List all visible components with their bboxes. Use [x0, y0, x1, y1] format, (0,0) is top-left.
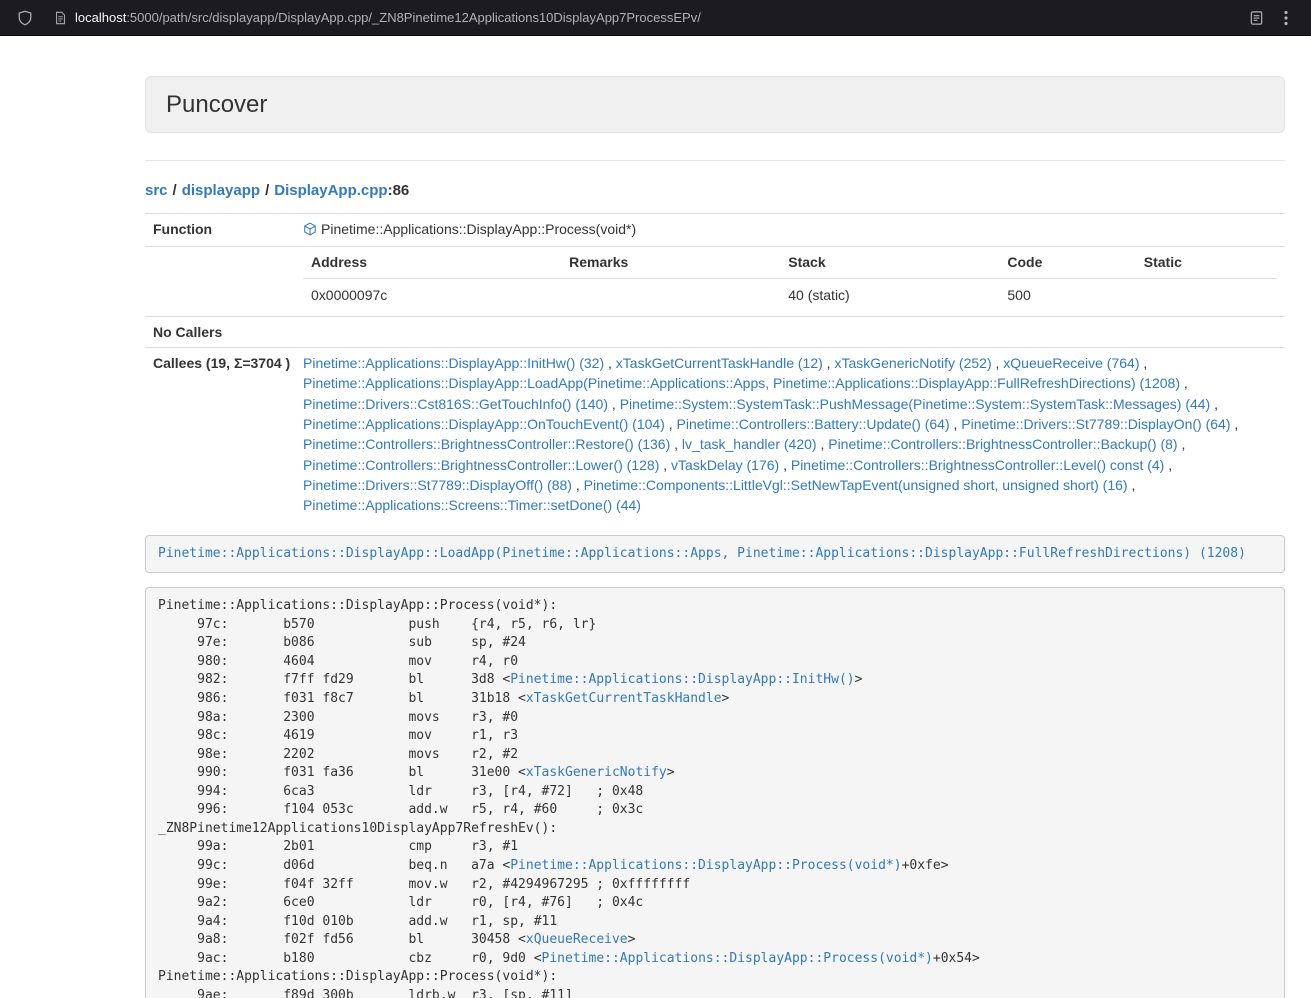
callee-link[interactable]: Pinetime::Controllers::BrightnessControl… — [828, 436, 1177, 452]
no-callers-cell — [295, 316, 1285, 347]
callee-link[interactable]: Pinetime::Drivers::St7789::DisplayOn() (… — [961, 416, 1230, 432]
callee-link[interactable]: Pinetime::Applications::Screens::Timer::… — [303, 497, 641, 513]
callee-link[interactable]: xQueueReceive (764) — [1003, 355, 1139, 371]
metrics-row: Address Remarks Stack Code Static 0x0000… — [145, 247, 1285, 317]
function-row-label: Function — [145, 214, 295, 247]
callee-link[interactable]: xTaskGetCurrentTaskHandle (12) — [616, 355, 823, 371]
callee-link[interactable]: Pinetime::Controllers::BrightnessControl… — [303, 436, 670, 452]
page-icon[interactable] — [54, 11, 67, 25]
disassembly: Pinetime::Applications::DisplayApp::Proc… — [145, 587, 1285, 998]
reader-view-icon[interactable] — [1241, 4, 1271, 32]
callee-link[interactable]: vTaskDelay (176) — [671, 457, 779, 473]
breadcrumb-src-link[interactable]: src — [145, 182, 168, 199]
stack-value: 40 (static) — [780, 278, 999, 311]
callee-link[interactable]: Pinetime::Drivers::St7789::DisplayOff() … — [303, 477, 572, 493]
url-path: :5000/path/src/displayapp/DisplayApp.cpp… — [126, 10, 701, 25]
callee-link[interactable]: Pinetime::Applications::DisplayApp::OnTo… — [303, 416, 665, 432]
page-title: Puncover — [166, 90, 1264, 119]
function-row: Function Pinetime::Applications::Display… — [145, 214, 1285, 247]
no-callers-label: No Callers — [145, 316, 295, 347]
callee-link[interactable]: Pinetime::Applications::DisplayApp::Load… — [303, 375, 1180, 391]
disassembly-symbol-link[interactable]: xTaskGetCurrentTaskHandle — [526, 691, 722, 706]
breadcrumb-displayapp-link[interactable]: displayapp — [182, 182, 260, 199]
shield-icon[interactable] — [10, 4, 40, 32]
callee-link[interactable]: Pinetime::Controllers::BrightnessControl… — [791, 457, 1164, 473]
url-host: localhost — [75, 10, 126, 25]
disassembly-symbol-link[interactable]: Pinetime::Applications::DisplayApp::Proc… — [510, 858, 901, 873]
col-address-header: Address — [303, 252, 561, 278]
function-icon — [303, 221, 317, 241]
kebab-menu-icon[interactable] — [1271, 4, 1301, 32]
callee-link[interactable]: xTaskGenericNotify (252) — [834, 355, 991, 371]
symbol-table: Function Pinetime::Applications::Display… — [145, 213, 1285, 521]
metrics-value-row: 0x0000097c 40 (static) 500 — [303, 278, 1277, 311]
callee-link[interactable]: Pinetime::Components::LittleVgl::SetNewT… — [584, 477, 1128, 493]
disassembly-symbol-link[interactable]: xQueueReceive — [526, 932, 628, 947]
callees-list: Pinetime::Applications::DisplayApp::Init… — [295, 348, 1285, 521]
metrics-header-row: Address Remarks Stack Code Static — [303, 252, 1277, 278]
disassembly-symbol-link[interactable]: Pinetime::Applications::DisplayApp::Init… — [510, 672, 854, 687]
callees-row: Callees (19, Σ=3704 ) Pinetime::Applicat… — [145, 348, 1285, 521]
metrics-cell: Address Remarks Stack Code Static 0x0000… — [295, 247, 1285, 317]
function-name: Pinetime::Applications::DisplayApp::Proc… — [321, 221, 636, 237]
breadcrumb-separator: / — [265, 182, 269, 199]
page-content: Puncover src / displayapp / DisplayApp.cpp:8… — [145, 76, 1285, 998]
col-static-header: Static — [1136, 252, 1277, 278]
url-bar[interactable]: localhost:5000/path/src/displayapp/Displ… — [54, 10, 701, 25]
metrics-row-label — [145, 247, 295, 317]
callees-label: Callees (19, Σ=3704 ) — [145, 348, 295, 521]
disassembly-symbol-link[interactable]: Pinetime::Applications::DisplayApp::Proc… — [542, 951, 933, 966]
code-value: 500 — [999, 278, 1135, 311]
callee-link[interactable]: Pinetime::Controllers::BrightnessControl… — [303, 457, 659, 473]
divider — [145, 160, 1285, 161]
function-cell: Pinetime::Applications::DisplayApp::Proc… — [295, 214, 1285, 247]
col-remarks-header: Remarks — [561, 252, 780, 278]
loadapp-box: Pinetime::Applications::DisplayApp::Load… — [145, 535, 1285, 574]
address-value: 0x0000097c — [303, 278, 561, 311]
disassembly-symbol-link[interactable]: xTaskGenericNotify — [526, 765, 667, 780]
breadcrumb-file-link[interactable]: DisplayApp.cpp — [274, 182, 387, 199]
breadcrumb: src / displayapp / DisplayApp.cpp:86 — [145, 182, 1285, 199]
breadcrumb-separator: / — [173, 182, 177, 199]
no-callers-row: No Callers — [145, 316, 1285, 347]
loadapp-link[interactable]: Pinetime::Applications::DisplayApp::Load… — [158, 546, 1246, 561]
col-code-header: Code — [999, 252, 1135, 278]
callee-link[interactable]: Pinetime::Drivers::Cst816S::GetTouchInfo… — [303, 396, 608, 412]
breadcrumb-line-number: :86 — [388, 182, 410, 199]
metrics-table: Address Remarks Stack Code Static 0x0000… — [303, 252, 1277, 311]
callee-link[interactable]: Pinetime::Controllers::Battery::Update()… — [677, 416, 950, 432]
callee-link[interactable]: Pinetime::System::SystemTask::PushMessag… — [620, 396, 1211, 412]
app-banner: Puncover — [145, 76, 1285, 133]
callee-link[interactable]: lv_task_handler (420) — [682, 436, 817, 452]
static-value — [1136, 278, 1277, 311]
browser-chrome: localhost:5000/path/src/displayapp/Displ… — [0, 0, 1311, 36]
remarks-value — [561, 278, 780, 311]
col-stack-header: Stack — [780, 252, 999, 278]
callee-link[interactable]: Pinetime::Applications::DisplayApp::Init… — [303, 355, 604, 371]
